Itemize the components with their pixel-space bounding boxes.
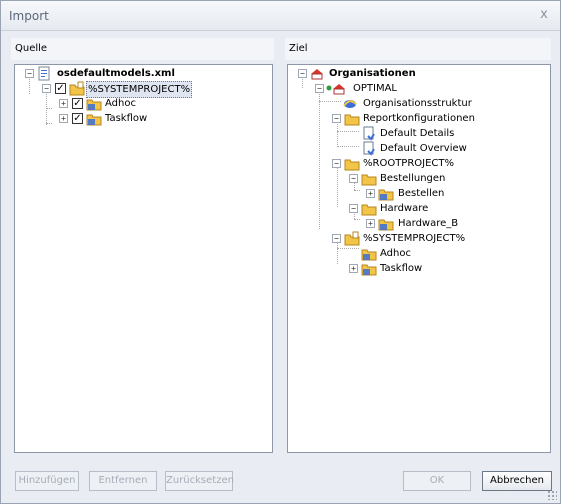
cancel-button[interactable]: Abbrechen — [482, 471, 552, 491]
close-icon[interactable]: x — [536, 7, 552, 23]
folder-icon — [86, 96, 102, 111]
window-title: Import — [9, 9, 49, 23]
import-dialog: Import x Quelle − osdefaultmodels.xml − … — [0, 0, 561, 504]
expand-icon[interactable]: + — [366, 189, 375, 198]
tree-item-label: Taskflow — [380, 263, 423, 274]
target-tree[interactable]: − Organisationen − OPTIMAL Organisations… — [287, 64, 551, 453]
tree-item-bestellen[interactable]: + Bestellen — [288, 186, 548, 201]
collapse-icon[interactable]: − — [315, 84, 324, 93]
collapse-icon[interactable]: − — [349, 204, 358, 213]
collapse-icon[interactable]: − — [332, 159, 341, 168]
tree-item-label: osdefaultmodels.xml — [57, 68, 175, 79]
folder-icon — [361, 201, 377, 216]
folder-icon — [344, 156, 360, 171]
xml-file-icon — [36, 66, 52, 81]
tree-item-taskflow[interactable]: + Taskflow — [288, 261, 548, 276]
organizations-icon — [309, 66, 325, 80]
report-doc-icon — [361, 141, 377, 156]
folder-icon — [361, 246, 377, 261]
tree-item-taskflow[interactable]: + ✓ Taskflow — [15, 111, 270, 126]
tree-item-label: Taskflow — [105, 113, 148, 124]
folder-icon — [344, 111, 360, 126]
tree-item-label: Adhoc — [380, 248, 411, 259]
tree-item-hardware[interactable]: − Hardware — [288, 201, 548, 216]
add-button[interactable]: Hinzufügen — [15, 471, 79, 491]
tree-item-label: Hardware — [380, 203, 429, 214]
folder-icon — [361, 171, 377, 186]
checkbox-checked[interactable]: ✓ — [72, 98, 83, 109]
tree-item-default-details[interactable]: Default Details — [288, 126, 548, 141]
ok-button[interactable]: OK — [403, 471, 471, 491]
folder-icon — [378, 216, 394, 231]
project-folder-icon — [344, 231, 360, 246]
collapse-icon[interactable]: − — [42, 84, 51, 93]
project-folder-icon — [69, 81, 85, 96]
tree-item-bestellungen[interactable]: − Bestellungen — [288, 171, 548, 186]
tree-item-osdefaultmodels[interactable]: − osdefaultmodels.xml — [15, 66, 270, 81]
tree-item-organisationen[interactable]: − Organisationen — [288, 66, 548, 81]
organization-icon — [325, 81, 347, 95]
collapse-icon[interactable]: − — [349, 174, 358, 183]
tree-item-label: Bestellen — [398, 188, 445, 199]
tree-item-label: Adhoc — [105, 98, 136, 109]
title-bar: Import x — [1, 1, 560, 31]
tree-item-systemproject[interactable]: − %SYSTEMPROJECT% — [288, 231, 548, 246]
tree-item-label: Hardware_B — [398, 218, 459, 229]
structure-icon — [342, 96, 358, 110]
tree-item-label: Reportkonfigurationen — [363, 113, 475, 124]
tree-item-systemproject[interactable]: − ✓ %SYSTEMPROJECT% — [15, 81, 270, 98]
source-pane-header: Quelle — [11, 38, 274, 60]
collapse-icon[interactable]: − — [298, 69, 307, 78]
folder-icon — [86, 111, 102, 126]
expand-icon[interactable]: + — [366, 219, 375, 228]
checkbox-checked[interactable]: ✓ — [72, 113, 83, 124]
collapse-icon[interactable]: − — [25, 69, 34, 78]
collapse-icon[interactable]: − — [332, 114, 341, 123]
tree-item-label: Bestellungen — [380, 173, 446, 184]
tree-item-adhoc[interactable]: + ✓ Adhoc — [15, 96, 270, 111]
tree-item-label: %ROOTPROJECT% — [363, 158, 455, 169]
source-tree[interactable]: − osdefaultmodels.xml − ✓ %SYSTEMPROJECT… — [14, 64, 273, 453]
tree-item-reportkonfigurationen[interactable]: − Reportkonfigurationen — [288, 111, 548, 126]
tree-item-hardware-b[interactable]: + Hardware_B — [288, 216, 548, 231]
folder-icon — [361, 261, 377, 276]
expand-icon[interactable]: + — [59, 114, 68, 123]
expand-icon[interactable]: + — [349, 264, 358, 273]
tree-item-label: %SYSTEMPROJECT% — [363, 233, 466, 244]
remove-button[interactable]: Entfernen — [89, 471, 157, 491]
folder-icon — [378, 186, 394, 201]
reset-button[interactable]: Zurücksetzen — [165, 471, 234, 491]
report-doc-icon — [361, 126, 377, 141]
collapse-icon[interactable]: − — [332, 234, 341, 243]
tree-item-default-overview[interactable]: Default Overview — [288, 141, 548, 156]
tree-item-rootproject[interactable]: − %ROOTPROJECT% — [288, 156, 548, 171]
tree-item-label: OPTIMAL — [353, 83, 397, 94]
tree-item-label: Organisationsstruktur — [363, 98, 472, 109]
tree-item-organisationsstruktur[interactable]: Organisationsstruktur — [288, 96, 548, 111]
tree-item-adhoc[interactable]: Adhoc — [288, 246, 548, 261]
tree-item-optimal[interactable]: − OPTIMAL — [288, 81, 548, 96]
checkbox-checked[interactable]: ✓ — [55, 83, 66, 94]
expand-icon[interactable]: + — [59, 99, 68, 108]
tree-item-label: Organisationen — [329, 68, 416, 79]
tree-item-label: Default Overview — [380, 143, 467, 154]
tree-item-label: Default Details — [380, 128, 455, 139]
resize-grip[interactable] — [547, 490, 557, 500]
target-pane-header: Ziel — [285, 38, 551, 60]
